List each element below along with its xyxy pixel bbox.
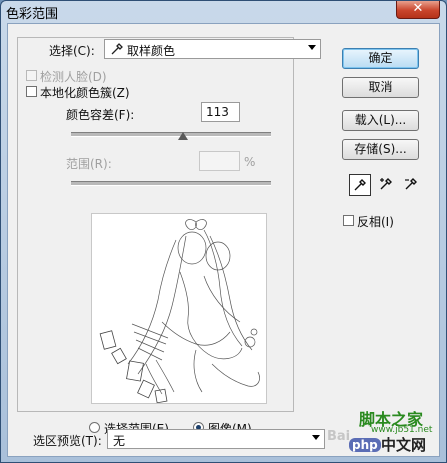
localized-clusters-label: 本地化颜色簇(Z) [40,86,130,100]
save-button[interactable]: 存储(S)... [342,139,419,160]
window-title: 色彩范围 [6,7,59,22]
select-dropdown[interactable]: 取样颜色 [104,39,321,59]
invert-checkbox[interactable] [343,215,354,226]
ok-button[interactable]: 确定 [342,48,419,69]
watermark-php-cn-text: 中文网 [381,436,427,454]
cancel-button[interactable]: 取消 [342,77,419,98]
range-unit: % [244,155,256,169]
close-button[interactable]: ✕ [396,1,440,19]
image-preview [91,213,267,404]
options-group: 选择(C): 取样颜色 检测人脸(D) 本地化颜色簇(Z) 颜色容差(F): 1… [17,37,321,436]
selection-preview-label: 选区预览(T): [33,434,102,448]
line-art-preview-image [99,219,260,403]
range-input[interactable] [199,151,240,171]
eyedropper-icon [354,179,366,191]
dialog-body: 选择(C): 取样颜色 检测人脸(D) 本地化颜色簇(Z) 颜色容差(F): 1… [7,23,440,457]
color-range-dialog: 色彩范围 ✕ 选择(C): 取样颜色 检测人脸(D) 本地化颜色簇(Z) 颜色容… [0,0,447,463]
fuzziness-slider-thumb[interactable] [178,132,188,140]
localized-clusters-checkbox[interactable] [26,86,37,97]
close-icon: ✕ [412,1,424,16]
range-label: 范围(R): [66,157,112,171]
fuzziness-label: 颜色容差(F): [66,108,135,122]
selection-preview-dropdown[interactable]: 无 [107,429,325,449]
select-label: 选择(C): [49,44,95,58]
chevron-down-icon [312,435,320,440]
detect-faces-label: 检测人脸(D) [40,70,107,84]
fuzziness-slider-track[interactable] [71,132,271,137]
detect-faces-checkbox[interactable] [26,70,37,81]
range-slider-track[interactable] [71,181,271,186]
title-bar[interactable]: 色彩范围 ✕ [1,1,446,23]
eyedropper-tool-button[interactable] [349,174,371,196]
eyedropper-minus-icon [405,178,417,190]
selection-preview-value: 无 [113,434,126,448]
select-value: 取样颜色 [127,44,176,58]
load-button[interactable]: 载入(L)... [342,110,419,131]
eyedropper-icon [111,43,123,55]
add-to-sample-tool-button[interactable] [375,174,397,196]
eyedropper-plus-icon [380,178,392,190]
watermark-php-badge: php [349,438,381,452]
subtract-from-sample-tool-button[interactable] [400,174,422,196]
chevron-down-icon [308,45,316,50]
fuzziness-input[interactable]: 113 [201,102,240,122]
invert-label: 反相(I) [357,215,394,229]
watermark-baidu-text: Bai [327,429,351,444]
